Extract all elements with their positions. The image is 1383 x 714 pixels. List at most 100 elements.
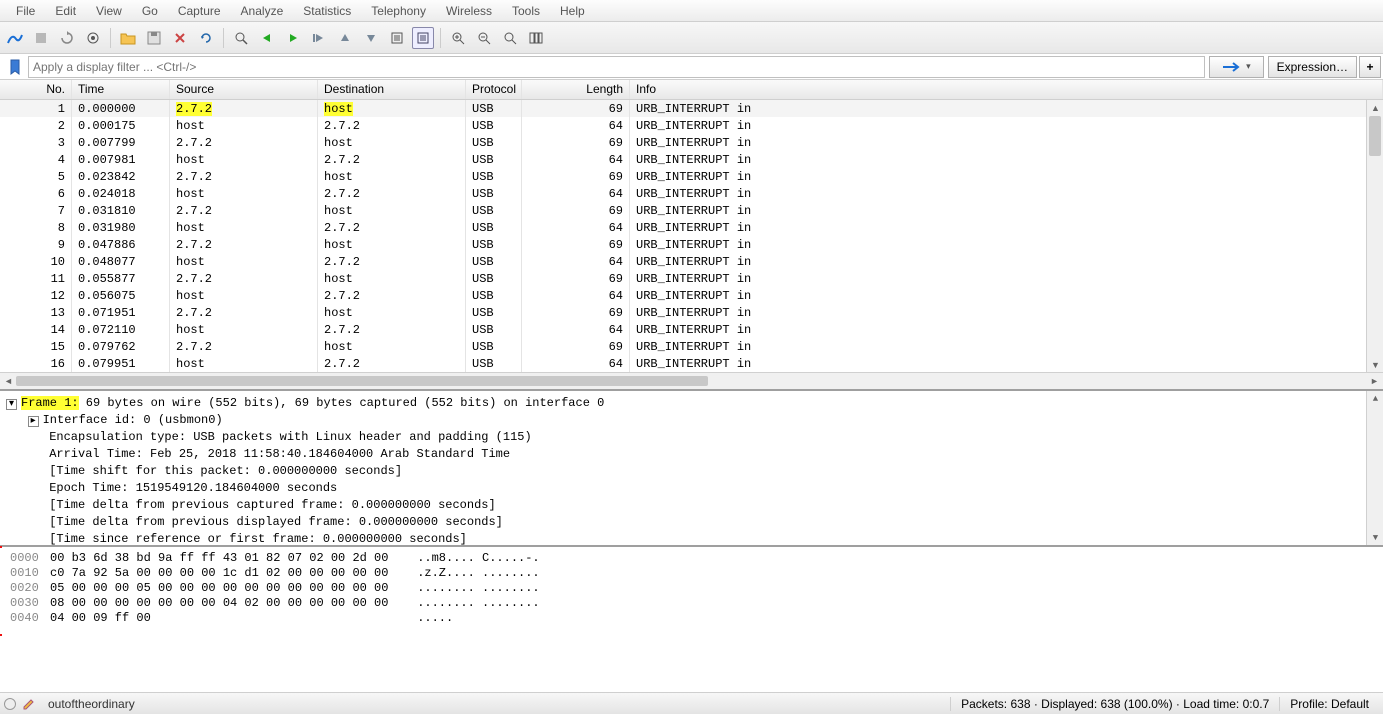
bookmark-icon[interactable] [6, 58, 24, 76]
profile-status[interactable]: Profile: Default [1279, 697, 1379, 711]
details-scrollbar-v[interactable]: ▲ ▼ [1366, 391, 1383, 545]
detail-line[interactable]: Arrival Time: Feb 25, 2018 11:58:40.1846… [6, 446, 1377, 463]
hex-row[interactable]: 004004 00 09 ff 00 ..... [10, 611, 1373, 626]
zoom-reset-icon[interactable] [499, 27, 521, 49]
apply-arrow-button[interactable]: ▾ [1209, 56, 1264, 78]
options-icon[interactable] [82, 27, 104, 49]
restart-capture-icon[interactable] [56, 27, 78, 49]
edit-icon[interactable] [22, 697, 36, 711]
detail-line[interactable]: [Time shift for this packet: 0.000000000… [6, 463, 1377, 480]
table-row[interactable]: 50.0238422.7.2hostUSB69URB_INTERRUPT in [0, 168, 1383, 185]
packet-list-header[interactable]: No. Time Source Destination Protocol Len… [0, 80, 1383, 100]
table-row[interactable]: 80.031980host2.7.2USB64URB_INTERRUPT in [0, 219, 1383, 236]
jump-icon[interactable] [308, 27, 330, 49]
open-file-icon[interactable] [117, 27, 139, 49]
packet-bytes-pane[interactable]: 000000 b3 6d 38 bd 9a ff ff 43 01 82 07 … [0, 547, 1383, 692]
scroll-down-icon[interactable]: ▼ [1367, 530, 1383, 545]
col-info[interactable]: Info [630, 80, 1383, 99]
zoom-in-icon[interactable] [447, 27, 469, 49]
scroll-right-icon[interactable]: ► [1366, 373, 1383, 388]
reload-icon[interactable] [195, 27, 217, 49]
col-time[interactable]: Time [72, 80, 170, 99]
table-row[interactable]: 30.0077992.7.2hostUSB69URB_INTERRUPT in [0, 134, 1383, 151]
table-row[interactable]: 70.0318102.7.2hostUSB69URB_INTERRUPT in [0, 202, 1383, 219]
scroll-up-icon[interactable]: ▲ [1367, 391, 1383, 406]
frame-root-line[interactable]: ▾ Frame 1: 69 bytes on wire (552 bits), 6… [6, 395, 1377, 412]
separator [110, 28, 111, 48]
scroll-up-icon[interactable]: ▲ [1367, 100, 1383, 115]
expert-info-icon[interactable] [4, 698, 16, 710]
scroll-down-icon[interactable]: ▼ [1367, 357, 1383, 372]
table-row[interactable]: 120.056075host2.7.2USB64URB_INTERRUPT in [0, 287, 1383, 304]
menu-file[interactable]: File [6, 2, 45, 20]
table-row[interactable]: 60.024018host2.7.2USB64URB_INTERRUPT in [0, 185, 1383, 202]
hex-row[interactable]: 003008 00 00 00 00 00 00 00 04 02 00 00 … [10, 596, 1373, 611]
menu-tools[interactable]: Tools [502, 2, 550, 20]
menu-view[interactable]: View [86, 2, 132, 20]
frame-rest: 69 bytes on wire (552 bits), 69 bytes ca… [79, 396, 605, 410]
table-row[interactable]: 10.0000002.7.2hostUSB69URB_INTERRUPT in [0, 100, 1383, 117]
scroll-left-icon[interactable]: ◄ [0, 373, 17, 388]
menu-help[interactable]: Help [550, 2, 595, 20]
packet-list-body[interactable]: 10.0000002.7.2hostUSB69URB_INTERRUPT in2… [0, 100, 1383, 372]
wireshark-logo-icon[interactable] [4, 27, 26, 49]
detail-line[interactable]: [Time delta from previous captured frame… [6, 497, 1377, 514]
packet-list-pane: No. Time Source Destination Protocol Len… [0, 80, 1383, 391]
table-row[interactable]: 160.079951host2.7.2USB64URB_INTERRUPT in [0, 355, 1383, 372]
detail-line[interactable]: Epoch Time: 1519549120.184604000 seconds [6, 480, 1377, 497]
scroll-thumb[interactable] [1369, 116, 1381, 156]
menu-wireless[interactable]: Wireless [436, 2, 502, 20]
detail-line[interactable]: Encapsulation type: USB packets with Lin… [6, 429, 1377, 446]
menu-analyze[interactable]: Analyze [231, 2, 294, 20]
table-row[interactable]: 110.0558772.7.2hostUSB69URB_INTERRUPT in [0, 270, 1383, 287]
last-packet-icon[interactable] [360, 27, 382, 49]
separator [223, 28, 224, 48]
table-row[interactable]: 40.007981host2.7.2USB64URB_INTERRUPT in [0, 151, 1383, 168]
next-packet-icon[interactable] [282, 27, 304, 49]
table-row[interactable]: 130.0719512.7.2hostUSB69URB_INTERRUPT in [0, 304, 1383, 321]
resize-columns-icon[interactable] [525, 27, 547, 49]
table-row[interactable]: 150.0797622.7.2hostUSB69URB_INTERRUPT in [0, 338, 1383, 355]
display-filter-bar: ▾ Expression… + [0, 54, 1383, 80]
add-filter-button[interactable]: + [1359, 56, 1381, 78]
col-length[interactable]: Length [522, 80, 630, 99]
frame-header: Frame 1: [21, 396, 79, 410]
save-icon[interactable] [143, 27, 165, 49]
hex-row[interactable]: 000000 b3 6d 38 bd 9a ff ff 43 01 82 07 … [10, 551, 1373, 566]
col-no[interactable]: No. [0, 80, 72, 99]
find-icon[interactable] [230, 27, 252, 49]
menu-edit[interactable]: Edit [45, 2, 86, 20]
expand-icon[interactable]: ▸ [28, 416, 39, 427]
detail-line[interactable]: [Time since reference or first frame: 0.… [6, 531, 1377, 547]
table-row[interactable]: 20.000175host2.7.2USB64URB_INTERRUPT in [0, 117, 1383, 134]
menu-go[interactable]: Go [132, 2, 168, 20]
packet-list-scrollbar-v[interactable]: ▲ ▼ [1366, 100, 1383, 372]
col-proto[interactable]: Protocol [466, 80, 522, 99]
display-filter-input[interactable] [28, 56, 1205, 78]
detail-line[interactable]: ▸Interface id: 0 (usbmon0) [6, 412, 1377, 429]
packet-details-pane[interactable]: ▾ Frame 1: 69 bytes on wire (552 bits), 6… [0, 391, 1383, 547]
separator [440, 28, 441, 48]
table-row[interactable]: 140.072110host2.7.2USB64URB_INTERRUPT in [0, 321, 1383, 338]
table-row[interactable]: 90.0478862.7.2hostUSB69URB_INTERRUPT in [0, 236, 1383, 253]
close-file-icon[interactable] [169, 27, 191, 49]
hex-row[interactable]: 002005 00 00 00 05 00 00 00 00 00 00 00 … [10, 581, 1373, 596]
packet-list-scrollbar-h[interactable]: ◄ ► [0, 372, 1383, 389]
menu-telephony[interactable]: Telephony [361, 2, 436, 20]
prev-packet-icon[interactable] [256, 27, 278, 49]
first-packet-icon[interactable] [334, 27, 356, 49]
zoom-out-icon[interactable] [473, 27, 495, 49]
hex-row[interactable]: 0010c0 7a 92 5a 00 00 00 00 1c d1 02 00 … [10, 566, 1373, 581]
autoscroll-icon[interactable] [386, 27, 408, 49]
collapse-icon[interactable]: ▾ [6, 399, 17, 410]
stop-capture-icon[interactable] [30, 27, 52, 49]
detail-line[interactable]: [Time delta from previous displayed fram… [6, 514, 1377, 531]
col-dest[interactable]: Destination [318, 80, 466, 99]
table-row[interactable]: 100.048077host2.7.2USB64URB_INTERRUPT in [0, 253, 1383, 270]
col-source[interactable]: Source [170, 80, 318, 99]
colorize-icon[interactable] [412, 27, 434, 49]
expression-button[interactable]: Expression… [1268, 56, 1357, 78]
menu-capture[interactable]: Capture [168, 2, 231, 20]
status-bar: outoftheordinary Packets: 638 · Displaye… [0, 692, 1383, 714]
menu-statistics[interactable]: Statistics [293, 2, 361, 20]
